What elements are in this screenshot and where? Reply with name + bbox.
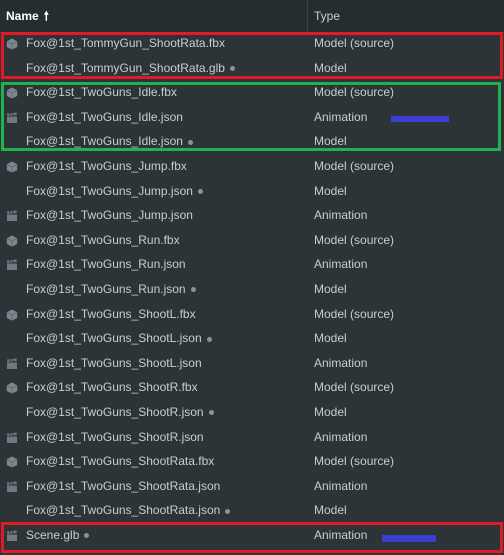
- status-dot-icon: [206, 336, 212, 342]
- type-column-label: Type: [314, 9, 341, 23]
- file-row[interactable]: Fox@1st_TwoGuns_ShootR.json Model: [0, 400, 504, 425]
- file-row[interactable]: Fox@1st_TwoGuns_ShootL.fbx Model (source): [0, 302, 504, 327]
- file-name: Fox@1st_TwoGuns_ShootRata.fbx: [26, 454, 215, 469]
- sort-ascending-icon[interactable]: 🠕: [44, 9, 49, 23]
- file-type: Model: [314, 503, 347, 518]
- file-row[interactable]: Fox@1st_TwoGuns_Run.fbx Model (source): [0, 228, 504, 253]
- file-name: Fox@1st_TwoGuns_Run.json: [26, 277, 196, 302]
- file-type: Model: [314, 331, 347, 346]
- file-row[interactable]: Fox@1st_TwoGuns_ShootL.json Model: [0, 326, 504, 351]
- file-type: Model (source): [314, 159, 395, 173]
- file-row[interactable]: Fox@1st_TwoGuns_Jump.json Model: [0, 179, 504, 204]
- file-type: Animation: [314, 478, 368, 493]
- file-type: Model (source): [314, 306, 395, 321]
- status-dot-icon: [197, 188, 203, 194]
- name-column-label: Name: [6, 9, 39, 23]
- status-dot-icon: [190, 287, 196, 293]
- file-row[interactable]: Fox@1st_TwoGuns_ShootL.json Animation: [0, 351, 504, 376]
- clapper-icon: [6, 209, 18, 222]
- file-row[interactable]: Fox@1st_TwoGuns_Jump.fbx Model (source): [0, 154, 504, 179]
- column-divider[interactable]: [307, 0, 308, 32]
- file-type: Model (source): [314, 454, 395, 469]
- file-name: Fox@1st_TwoGuns_Jump.json: [26, 179, 203, 204]
- cube-icon: [6, 381, 18, 394]
- file-type: Model: [314, 282, 347, 296]
- file-row[interactable]: Fox@1st_TwoGuns_Run.json Animation: [0, 252, 504, 277]
- file-name: Fox@1st_TwoGuns_ShootL.json: [26, 326, 212, 351]
- file-type: Model (source): [314, 232, 395, 247]
- file-name: Fox@1st_TwoGuns_ShootR.json: [26, 400, 214, 425]
- file-name: Fox@1st_TwoGuns_ShootR.json: [26, 429, 204, 444]
- file-type: Model: [314, 405, 347, 419]
- blue-marker-animation-row: [391, 116, 449, 122]
- file-row[interactable]: Fox@1st_TwoGuns_Run.json Model: [0, 277, 504, 302]
- cube-icon: [6, 308, 18, 321]
- column-header-bar: Name 🠕 Type: [0, 0, 504, 33]
- clapper-icon: [6, 258, 18, 271]
- file-type: Animation: [314, 257, 368, 272]
- file-name: Fox@1st_TwoGuns_Run.json: [26, 257, 186, 272]
- status-dot-icon: [208, 410, 214, 416]
- file-row[interactable]: Fox@1st_TwoGuns_ShootRata.fbx Model (sour…: [0, 449, 504, 474]
- status-dot-icon: [225, 508, 231, 514]
- file-name: Fox@1st_TwoGuns_Run.fbx: [26, 232, 180, 247]
- file-name: Fox@1st_TwoGuns_ShootL.json: [26, 355, 202, 370]
- file-row[interactable]: Fox@1st_TwoGuns_Jump.json Animation: [0, 203, 504, 228]
- blue-marker-scene-row: [382, 535, 436, 542]
- file-name: Fox@1st_TwoGuns_ShootR.fbx: [26, 380, 198, 395]
- cube-icon: [6, 234, 18, 247]
- file-row[interactable]: Fox@1st_TwoGuns_ShootRata.json Model: [0, 498, 504, 523]
- name-column-header[interactable]: Name 🠕: [6, 0, 49, 32]
- type-column-header[interactable]: Type: [314, 0, 340, 32]
- file-name: Fox@1st_TwoGuns_ShootRata.json: [26, 498, 231, 523]
- red-highlight-box-top: [1, 32, 503, 79]
- clapper-icon: [6, 480, 18, 492]
- file-type: Model: [314, 183, 347, 198]
- file-row[interactable]: Fox@1st_TwoGuns_ShootR.json Animation: [0, 425, 504, 450]
- clapper-icon: [6, 431, 18, 443]
- file-name: Fox@1st_TwoGuns_ShootRata.json: [26, 478, 221, 493]
- file-row[interactable]: Fox@1st_TwoGuns_ShootR.fbx Model (source): [0, 375, 504, 400]
- file-type: Animation: [314, 355, 368, 370]
- file-row[interactable]: Fox@1st_TwoGuns_ShootRata.json Animation: [0, 474, 504, 499]
- file-name: Fox@1st_TwoGuns_Jump.json: [26, 208, 193, 223]
- file-type: Animation: [314, 208, 368, 223]
- file-type: Animation: [314, 429, 368, 444]
- file-name: Fox@1st_TwoGuns_ShootL.fbx: [26, 306, 196, 321]
- cube-icon: [6, 160, 18, 173]
- clapper-icon: [6, 357, 18, 369]
- file-type: Model (source): [314, 380, 395, 395]
- cube-icon: [6, 455, 18, 468]
- file-name: Fox@1st_TwoGuns_Jump.fbx: [26, 159, 187, 173]
